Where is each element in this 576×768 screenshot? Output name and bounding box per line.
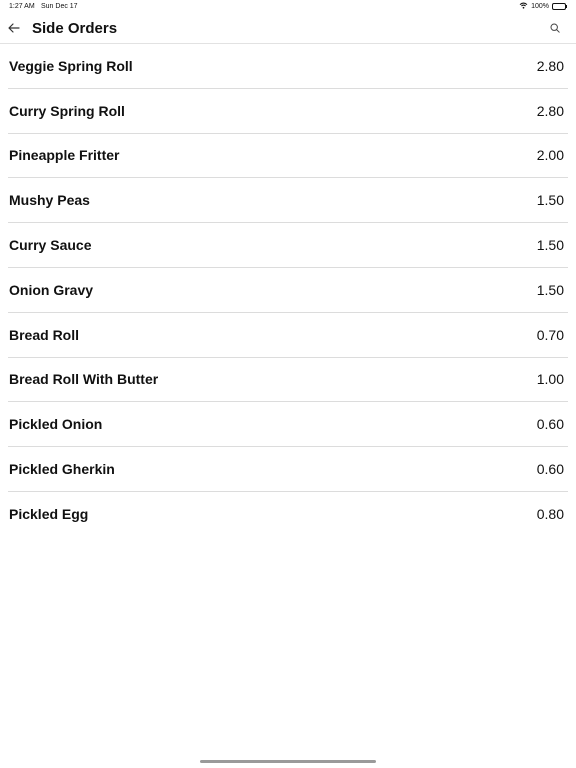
item-name: Mushy Peas <box>9 192 90 209</box>
item-name: Bread Roll <box>9 326 80 343</box>
item-price: 1.00 <box>536 371 564 388</box>
item-name: Curry Sauce <box>9 237 92 254</box>
menu-item-row[interactable]: Veggie Spring Roll 2.80 <box>8 44 568 89</box>
item-price: 1.50 <box>536 281 564 298</box>
menu-item-row[interactable]: Curry Sauce 1.50 <box>8 223 568 268</box>
item-price: 2.80 <box>536 102 564 119</box>
item-price: 2.80 <box>536 57 564 74</box>
item-price: 0.70 <box>536 326 564 343</box>
app-screen: 1:27 AM Sun Dec 17 100% Side Orders Vegg… <box>0 0 576 768</box>
item-price: 1.50 <box>536 192 564 209</box>
back-button[interactable] <box>5 20 23 38</box>
navigation-bar: Side Orders <box>0 14 576 43</box>
item-name: Bread Roll With Butter <box>9 371 159 388</box>
item-name: Veggie Spring Roll <box>9 57 133 74</box>
item-name: Pickled Onion <box>9 416 103 433</box>
menu-item-row[interactable]: Pickled Egg 0.80 <box>8 492 568 537</box>
menu-item-row[interactable]: Onion Gravy 1.50 <box>8 268 568 313</box>
status-date: Sun Dec 17 <box>41 3 78 10</box>
item-price: 0.60 <box>536 416 564 433</box>
item-name: Pickled Egg <box>9 506 89 523</box>
search-icon <box>550 20 560 38</box>
item-name: Pickled Gherkin <box>9 461 115 478</box>
battery-percentage: 100% <box>531 3 549 10</box>
item-price: 0.60 <box>536 461 564 478</box>
item-name: Curry Spring Roll <box>9 102 125 119</box>
menu-item-row[interactable]: Bread Roll With Butter 1.00 <box>8 358 568 403</box>
page-title: Side Orders <box>32 20 118 37</box>
status-time: 1:27 AM <box>9 3 35 10</box>
item-price: 1.50 <box>536 237 564 254</box>
menu-item-row[interactable]: Pickled Onion 0.60 <box>8 402 568 448</box>
side-orders-list: Veggie Spring Roll 2.80 Curry Spring Rol… <box>8 44 568 537</box>
menu-item-row[interactable]: Pickled Gherkin 0.60 <box>8 447 568 492</box>
item-price: 2.00 <box>536 147 564 164</box>
item-name: Pineapple Fritter <box>9 147 120 164</box>
status-indicators: 100% <box>519 2 567 11</box>
menu-item-row[interactable]: Mushy Peas 1.50 <box>8 178 568 224</box>
menu-item-row[interactable]: Curry Spring Roll 2.80 <box>8 89 568 134</box>
item-price: 0.80 <box>536 506 564 523</box>
search-button[interactable] <box>548 22 562 36</box>
battery-icon <box>552 3 567 10</box>
arrow-left-icon <box>8 20 20 38</box>
menu-item-row[interactable]: Pineapple Fritter 2.00 <box>8 134 568 179</box>
menu-item-row[interactable]: Bread Roll 0.70 <box>8 313 568 358</box>
item-name: Onion Gravy <box>9 281 94 298</box>
home-indicator[interactable] <box>200 760 376 763</box>
wifi-icon <box>519 2 528 11</box>
status-bar: 1:27 AM Sun Dec 17 100% <box>0 0 576 14</box>
